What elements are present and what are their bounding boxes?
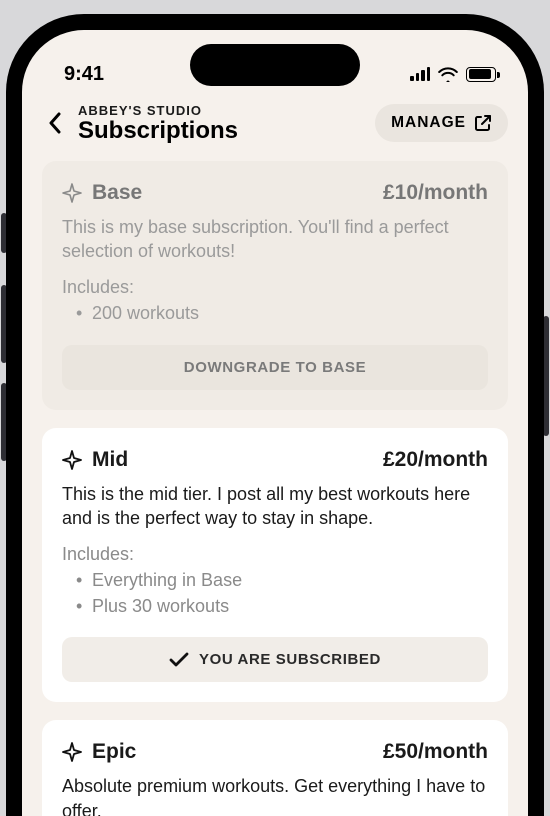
cta-label: DOWNGRADE TO BASE [184,359,366,376]
includes-label: Includes: [62,544,488,565]
tier-price: £20/month [383,448,488,472]
external-link-icon [474,114,492,132]
includes-list: 200 workouts [62,300,488,326]
back-button[interactable] [42,110,68,136]
tier-desc: This is my base subscription. You'll fin… [62,215,488,264]
subscribed-button[interactable]: YOU ARE SUBSCRIBED [62,637,488,682]
manage-button[interactable]: MANAGE [375,104,508,142]
screen: 9:41 [22,30,528,816]
page-header: ABBEY'S STUDIO Subscriptions MANAGE [42,104,508,143]
includes-item: Everything in Base [76,567,488,593]
tier-card-epic: Epic £50/month Absolute premium workouts… [42,720,508,816]
tier-card-base: Base £10/month This is my base subscript… [42,161,508,410]
tier-desc: Absolute premium workouts. Get everythin… [62,774,488,816]
includes-item: 200 workouts [76,300,488,326]
cta-label: YOU ARE SUBSCRIBED [199,651,381,668]
signal-icon [410,67,430,81]
tier-desc: This is the mid tier. I post all my best… [62,482,488,531]
includes-list: Everything in Base Plus 30 workouts [62,567,488,619]
manage-label: MANAGE [391,114,466,132]
sparkle-icon [62,183,82,203]
tier-name: Epic [92,740,136,764]
sparkle-icon [62,742,82,762]
includes-label: Includes: [62,277,488,298]
battery-icon [466,67,496,82]
status-icons [410,67,496,82]
downgrade-button[interactable]: DOWNGRADE TO BASE [62,345,488,390]
page-title: Subscriptions [78,118,238,143]
tier-price: £50/month [383,740,488,764]
chevron-left-icon [48,112,62,134]
status-time: 9:41 [64,63,104,86]
tier-price: £10/month [383,181,488,205]
includes-item: Plus 30 workouts [76,593,488,619]
tier-name: Base [92,181,142,205]
check-icon [169,652,189,668]
sparkle-icon [62,450,82,470]
notch [190,44,360,86]
phone-frame: 9:41 [6,14,544,816]
tier-card-mid: Mid £20/month This is the mid tier. I po… [42,428,508,703]
studio-name: ABBEY'S STUDIO [78,104,238,118]
wifi-icon [438,67,458,82]
tier-name: Mid [92,448,128,472]
